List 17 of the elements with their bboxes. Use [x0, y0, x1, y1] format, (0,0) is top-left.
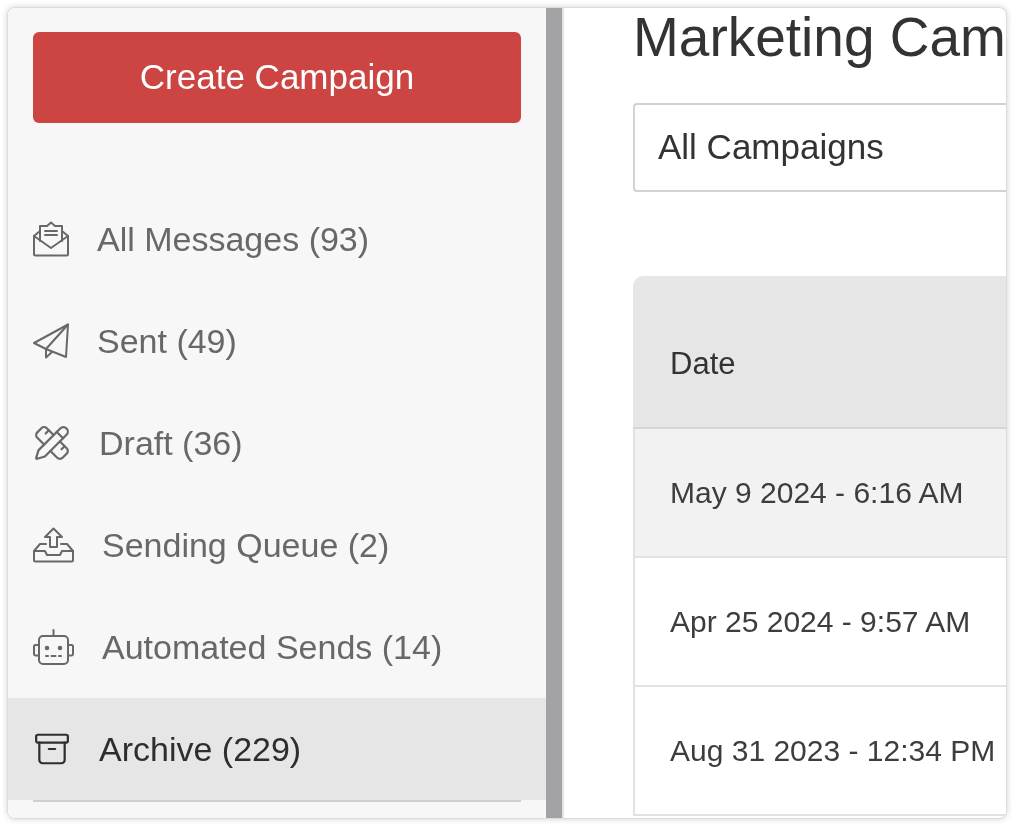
campaign-filter-select[interactable]: All Campaigns	[633, 103, 1006, 192]
pencil-ruler-icon	[33, 424, 71, 462]
table-cell: Aug 31 2023 - 12:34 PM	[633, 687, 1006, 816]
column-header[interactable]: Date	[633, 276, 1006, 429]
nav-item[interactable]: Archive (229)	[8, 698, 546, 800]
create-campaign-button[interactable]: Create Campaign	[33, 32, 521, 123]
paper-plane-icon	[33, 323, 69, 359]
table-cell: May 9 2024 - 6:16 AM	[633, 429, 1006, 558]
nav-item[interactable]: All Messages (93)	[8, 188, 546, 290]
table-cell: Apr 25 2024 - 9:57 AM	[633, 558, 1006, 687]
tray-upload-icon	[33, 527, 74, 563]
nav-item[interactable]: Automated Sends (14)	[8, 596, 546, 698]
robot-icon	[33, 629, 74, 665]
nav-item[interactable]: Draft (36)	[8, 392, 546, 494]
nav-item[interactable]: Sent (49)	[8, 290, 546, 392]
nav-item[interactable]: Sending Queue (2)	[8, 494, 546, 596]
envelope-icon	[33, 221, 69, 257]
